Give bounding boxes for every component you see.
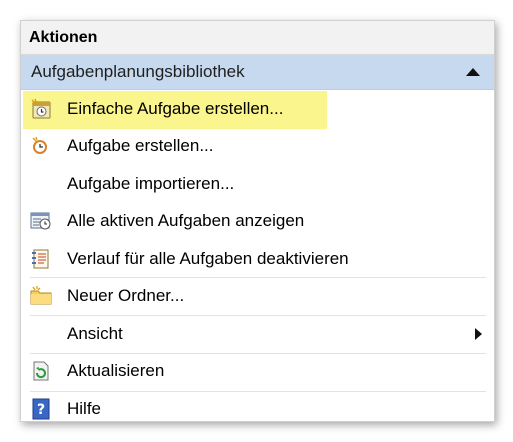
section-title: Aufgabenplanungsbibliothek bbox=[31, 62, 245, 81]
history-log-icon bbox=[30, 248, 52, 270]
action-create-task[interactable]: Aufgabe erstellen... bbox=[21, 128, 494, 166]
action-help[interactable]: ? Hilfe bbox=[21, 390, 494, 421]
help-icon: ? bbox=[30, 398, 52, 420]
action-view-submenu[interactable]: Ansicht bbox=[21, 315, 494, 353]
action-label: Neuer Ordner... bbox=[67, 286, 185, 306]
panel-title: Aktionen bbox=[29, 28, 98, 46]
action-label: Ansicht bbox=[67, 323, 123, 343]
actions-panel: Aktionen Aufgabenplanungsbibliothek Einf… bbox=[20, 20, 495, 422]
action-import-task[interactable]: Aufgabe importieren... bbox=[21, 165, 494, 203]
calendar-task-icon bbox=[30, 98, 52, 120]
action-label: Alle aktiven Aufgaben anzeigen bbox=[67, 211, 305, 231]
action-create-basic-task[interactable]: Einfache Aufgabe erstellen... bbox=[21, 90, 494, 129]
action-label: Hilfe bbox=[67, 398, 102, 418]
action-refresh[interactable]: Aktualisieren bbox=[21, 353, 494, 391]
separator bbox=[30, 391, 486, 392]
screenshot-canvas: Aktionen Aufgabenplanungsbibliothek Einf… bbox=[0, 0, 513, 442]
action-label: Einfache Aufgabe erstellen... bbox=[67, 98, 284, 118]
action-label: Aktualisieren bbox=[67, 361, 165, 381]
folder-icon bbox=[30, 285, 52, 307]
separator bbox=[30, 277, 486, 278]
submenu-arrow-icon bbox=[475, 327, 482, 340]
svg-text:?: ? bbox=[37, 402, 45, 418]
separator bbox=[30, 315, 486, 316]
refresh-icon bbox=[30, 360, 52, 382]
action-list: Einfache Aufgabe erstellen... Aufgabe er… bbox=[21, 90, 494, 421]
list-calendar-icon bbox=[30, 210, 52, 232]
action-label: Verlauf für alle Aufgaben deaktivieren bbox=[67, 248, 349, 268]
action-label: Aufgabe erstellen... bbox=[67, 136, 214, 156]
collapse-arrow-icon[interactable] bbox=[466, 68, 480, 76]
section-task-scheduler-library[interactable]: Aufgabenplanungsbibliothek bbox=[21, 55, 494, 90]
action-label: Aufgabe importieren... bbox=[67, 173, 235, 193]
separator bbox=[30, 353, 486, 354]
panel-header: Aktionen bbox=[21, 21, 494, 55]
task-clock-icon bbox=[30, 135, 52, 157]
action-show-active-tasks[interactable]: Alle aktiven Aufgaben anzeigen bbox=[21, 203, 494, 241]
action-new-folder[interactable]: Neuer Ordner... bbox=[21, 278, 494, 316]
action-disable-history[interactable]: Verlauf für alle Aufgaben deaktivieren bbox=[21, 240, 494, 278]
